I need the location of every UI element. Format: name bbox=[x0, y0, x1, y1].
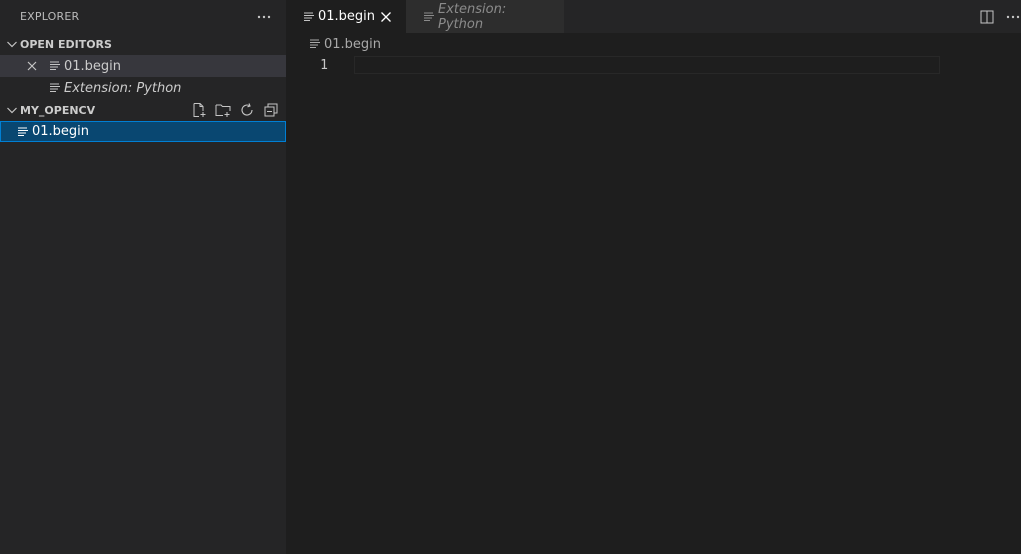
breadcrumb[interactable]: 01.begin bbox=[286, 33, 1021, 55]
code-editor[interactable]: 1 bbox=[286, 55, 1021, 554]
workspace-header[interactable]: MY_OPENCV bbox=[0, 99, 286, 121]
open-editors-header[interactable]: OPEN EDITORS bbox=[0, 33, 286, 55]
tab-label: 01.begin bbox=[318, 9, 376, 24]
chevron-down-icon bbox=[4, 36, 20, 52]
explorer-header: EXPLORER bbox=[0, 0, 286, 33]
open-editor-label: Extension: Python bbox=[64, 80, 182, 96]
text-file-icon bbox=[302, 9, 318, 25]
more-actions-icon[interactable] bbox=[256, 9, 272, 25]
refresh-icon[interactable] bbox=[238, 101, 256, 119]
open-editors-label: OPEN EDITORS bbox=[20, 37, 112, 51]
close-icon[interactable] bbox=[378, 9, 394, 25]
workspace-file-item[interactable]: 01.begin bbox=[0, 121, 286, 142]
split-editor-icon[interactable] bbox=[979, 9, 995, 25]
line-number: 1 bbox=[320, 57, 328, 73]
new-folder-icon[interactable] bbox=[214, 101, 232, 119]
text-file-icon bbox=[422, 9, 438, 25]
text-file-icon bbox=[48, 80, 64, 96]
tab-extension-python[interactable]: Extension: Python bbox=[406, 0, 564, 33]
new-file-icon[interactable] bbox=[190, 101, 208, 119]
more-actions-icon[interactable] bbox=[1005, 9, 1021, 25]
current-line-highlight bbox=[354, 56, 940, 74]
open-editor-item[interactable]: 01.begin bbox=[0, 55, 286, 77]
text-file-icon bbox=[308, 36, 324, 52]
open-editor-label: 01.begin bbox=[64, 58, 122, 74]
text-file-icon bbox=[16, 124, 32, 140]
workspace-file-label: 01.begin bbox=[32, 124, 90, 139]
breadcrumb-label: 01.begin bbox=[324, 36, 382, 52]
workspace-label: MY_OPENCV bbox=[20, 103, 96, 117]
editor-area: 01.begin Extension: Python 01.begin 1 bbox=[286, 0, 1021, 554]
chevron-down-icon bbox=[4, 102, 20, 118]
tab-bar: 01.begin Extension: Python bbox=[286, 0, 1021, 33]
open-editor-item[interactable]: Extension: Python bbox=[0, 77, 286, 99]
tab-01-begin[interactable]: 01.begin bbox=[286, 0, 406, 33]
tab-label: Extension: Python bbox=[438, 1, 507, 32]
editor-actions bbox=[979, 0, 1021, 33]
explorer-sidebar: EXPLORER OPEN EDITORS 01.begin Extension… bbox=[0, 0, 286, 554]
explorer-title: EXPLORER bbox=[20, 10, 80, 23]
close-icon[interactable] bbox=[24, 58, 40, 74]
collapse-all-icon[interactable] bbox=[262, 101, 280, 119]
text-file-icon bbox=[48, 58, 64, 74]
